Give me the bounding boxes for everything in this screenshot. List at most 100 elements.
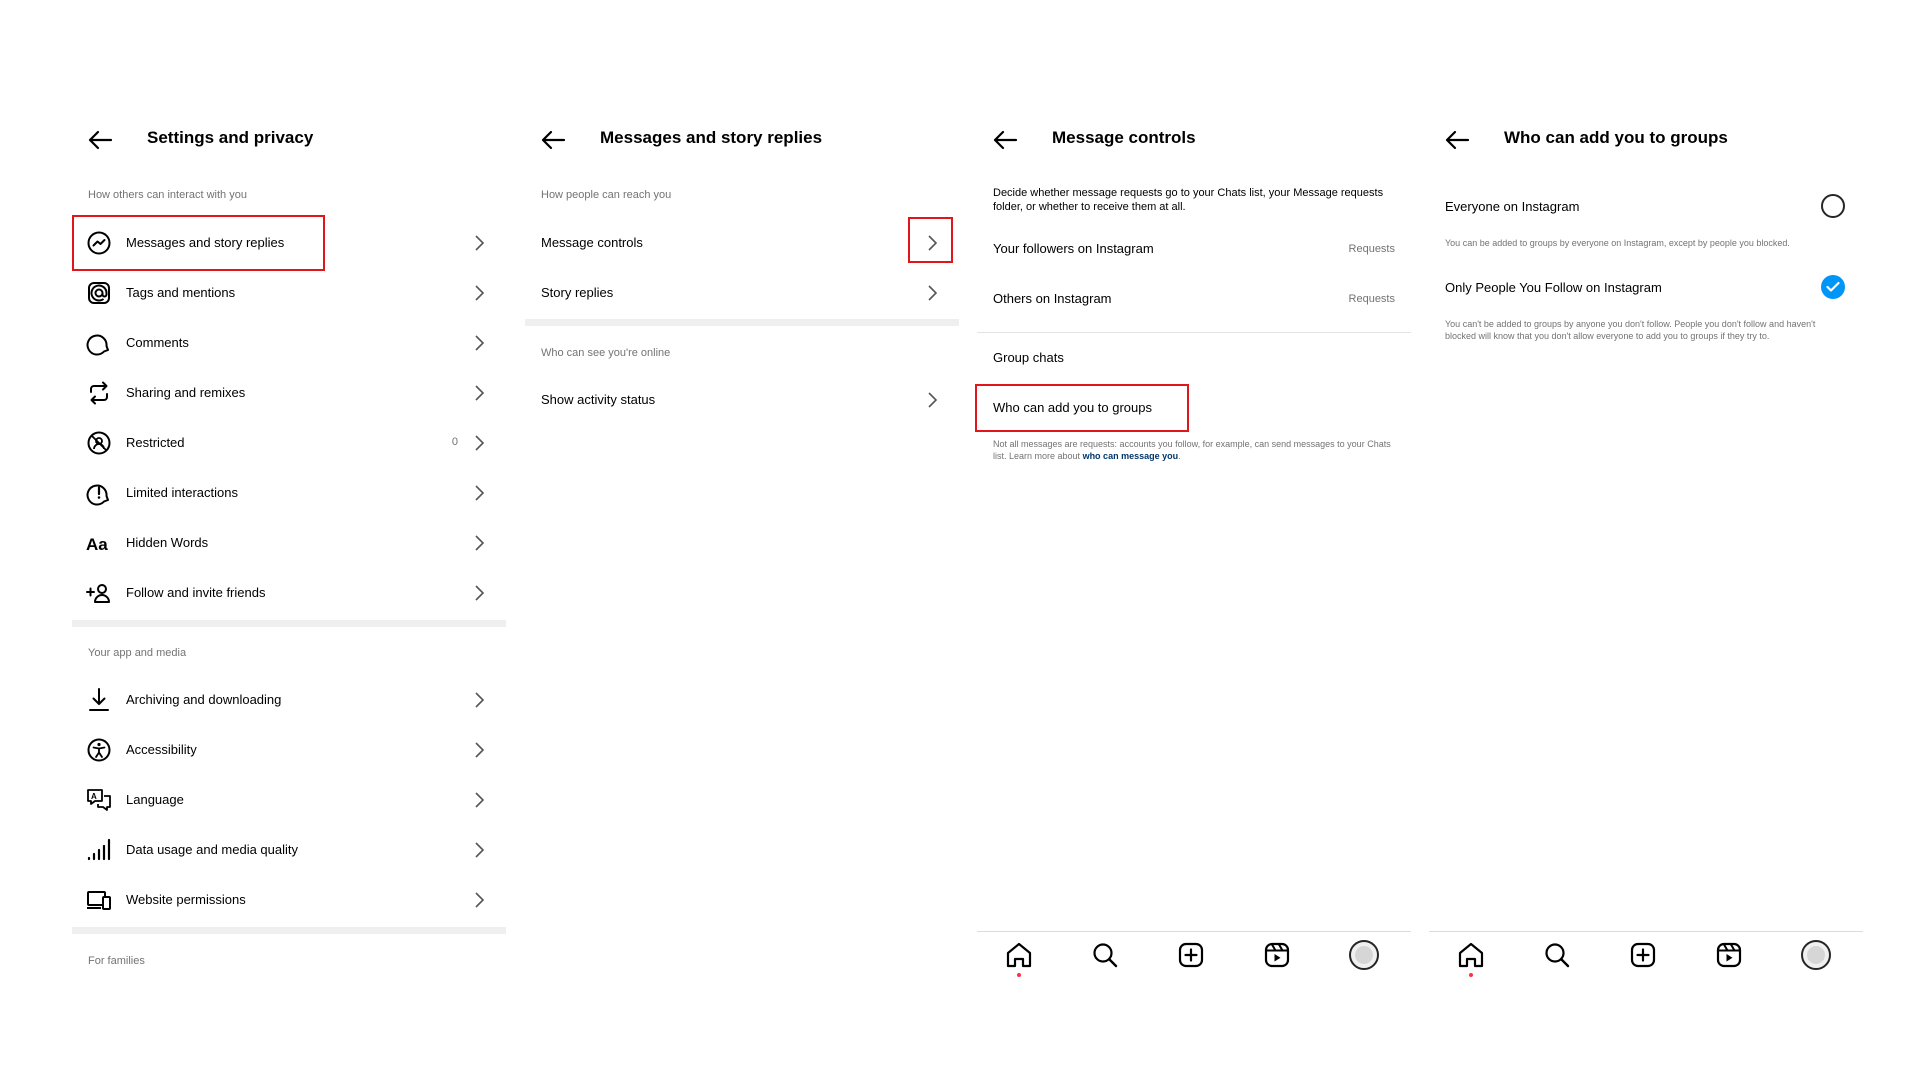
- home-icon[interactable]: [1456, 940, 1486, 970]
- item-label: Website permissions: [126, 892, 246, 907]
- restricted-count: 0: [451, 436, 458, 448]
- header: Who can add you to groups: [1429, 118, 1863, 162]
- item-label: Accessibility: [126, 742, 197, 757]
- chevron-right-icon: [475, 742, 485, 758]
- chevron-right-icon: [475, 585, 485, 601]
- checkmark-icon: [1826, 281, 1840, 292]
- radio-unselected[interactable]: [1821, 194, 1845, 218]
- item-label: Your followers on Instagram: [993, 241, 1154, 256]
- reels-icon[interactable]: [1714, 940, 1744, 970]
- back-arrow-icon[interactable]: [1443, 126, 1471, 154]
- settings-item-accessibility[interactable]: Accessibility: [72, 725, 506, 775]
- header: Message controls: [977, 118, 1411, 162]
- option-label: Everyone on Instagram: [1445, 199, 1580, 214]
- signal-bars-icon: [87, 838, 111, 861]
- activity-status-item[interactable]: Show activity status: [525, 375, 959, 425]
- back-arrow-icon[interactable]: [86, 126, 114, 154]
- create-icon[interactable]: [1176, 940, 1206, 970]
- followers-requests-item[interactable]: Your followers on Instagram Requests: [977, 224, 1411, 274]
- home-icon[interactable]: [1004, 940, 1034, 970]
- item-label: Others on Instagram: [993, 291, 1112, 306]
- search-icon[interactable]: [1090, 940, 1120, 970]
- repost-icon: [90, 381, 108, 405]
- item-label: Messages and story replies: [126, 235, 285, 250]
- profile-avatar[interactable]: [1349, 940, 1379, 970]
- messages-panel: Messages and story replies How people ca…: [525, 0, 959, 1080]
- settings-item-follow-invite[interactable]: Follow and invite friends: [72, 568, 506, 618]
- message-controls-item[interactable]: Message controls: [525, 218, 959, 268]
- radio-selected[interactable]: [1821, 275, 1845, 299]
- groups-panel: Who can add you to groups Everyone on In…: [1429, 0, 1863, 1080]
- website-permissions-icon: [87, 891, 111, 910]
- comment-icon: [86, 334, 109, 356]
- item-label: Language: [126, 792, 184, 807]
- message-controls-panel: Message controls Decide whether message …: [975, 0, 1411, 1080]
- notification-dot: [1469, 973, 1473, 977]
- who-can-add-item[interactable]: Who can add you to groups: [977, 383, 1411, 433]
- chevron-right-icon: [475, 335, 485, 351]
- item-label: Limited interactions: [126, 485, 238, 500]
- download-icon: [89, 688, 109, 711]
- item-label: Data usage and media quality: [126, 842, 299, 857]
- section-header: Who can see you're online: [541, 347, 671, 359]
- back-arrow-icon[interactable]: [539, 126, 567, 154]
- item-label: Sharing and remixes: [126, 385, 246, 400]
- item-label: Story replies: [541, 285, 614, 300]
- at-sign-icon: [88, 282, 110, 304]
- chevron-right-icon[interactable]: [923, 233, 941, 253]
- item-label: Who can add you to groups: [993, 400, 1152, 415]
- chevron-right-icon: [475, 485, 485, 501]
- settings-item-archiving[interactable]: Archiving and downloading: [72, 675, 506, 725]
- item-label: Message controls: [541, 235, 643, 250]
- group-chats-header: Group chats: [977, 333, 1411, 383]
- settings-item-restricted[interactable]: Restricted 0: [72, 418, 506, 468]
- settings-item-tags[interactable]: Tags and mentions: [72, 268, 506, 318]
- settings-item-hidden-words[interactable]: Aa Hidden Words: [72, 518, 506, 568]
- option-everyone[interactable]: Everyone on Instagram: [1429, 180, 1863, 230]
- settings-item-messages[interactable]: Messages and story replies: [72, 218, 506, 268]
- bottom-nav-divider: [977, 931, 1411, 932]
- who-can-message-link[interactable]: who can message you: [1083, 451, 1179, 461]
- search-icon[interactable]: [1542, 940, 1572, 970]
- item-label: Comments: [126, 335, 189, 350]
- settings-item-website-permissions[interactable]: Website permissions: [72, 875, 506, 925]
- chevron-right-icon: [475, 792, 485, 808]
- chevron-right-icon: [475, 235, 485, 251]
- hidden-words-icon: Aa: [86, 535, 108, 554]
- section-header: How people can reach you: [541, 189, 672, 201]
- bottom-nav-divider: [1429, 931, 1863, 932]
- create-icon[interactable]: [1628, 940, 1658, 970]
- others-requests-item[interactable]: Others on Instagram Requests: [977, 274, 1411, 324]
- back-arrow-icon[interactable]: [991, 126, 1019, 154]
- story-replies-item[interactable]: Story replies: [525, 268, 959, 318]
- settings-item-language[interactable]: A Language: [72, 775, 506, 825]
- profile-avatar[interactable]: [1801, 940, 1831, 970]
- reels-icon[interactable]: [1262, 940, 1292, 970]
- item-value: Requests: [1348, 243, 1395, 255]
- header: Messages and story replies: [525, 118, 959, 162]
- option-description: You can be added to groups by everyone o…: [1445, 238, 1790, 248]
- settings-item-sharing[interactable]: Sharing and remixes: [72, 368, 506, 418]
- section-divider: [72, 927, 506, 934]
- section-divider: [72, 620, 506, 627]
- option-description: You can't be added to groups by anyone y…: [1445, 319, 1816, 341]
- item-label: Follow and invite friends: [126, 585, 266, 600]
- description: Decide whether message requests go to yo…: [993, 187, 1384, 213]
- note: Not all messages are requests: accounts …: [993, 438, 1393, 462]
- chevron-right-icon: [475, 435, 485, 451]
- notification-dot: [1017, 973, 1021, 977]
- item-label: Hidden Words: [126, 535, 209, 550]
- chevron-right-icon: [475, 535, 485, 551]
- chevron-right-icon: [475, 842, 485, 858]
- settings-item-comments[interactable]: Comments: [72, 318, 506, 368]
- section-header: Your app and media: [88, 647, 187, 659]
- add-person-icon: [86, 584, 110, 603]
- page-title: Message controls: [1052, 128, 1196, 147]
- section-divider: [525, 319, 959, 326]
- svg-text:Aa: Aa: [86, 535, 108, 554]
- settings-item-limited[interactable]: Limited interactions: [72, 468, 506, 518]
- settings-item-data-usage[interactable]: Data usage and media quality: [72, 825, 506, 875]
- option-following[interactable]: Only People You Follow on Instagram: [1429, 261, 1863, 311]
- section-header: For families: [88, 955, 145, 967]
- note-text: Not all messages are requests: accounts …: [993, 439, 1391, 461]
